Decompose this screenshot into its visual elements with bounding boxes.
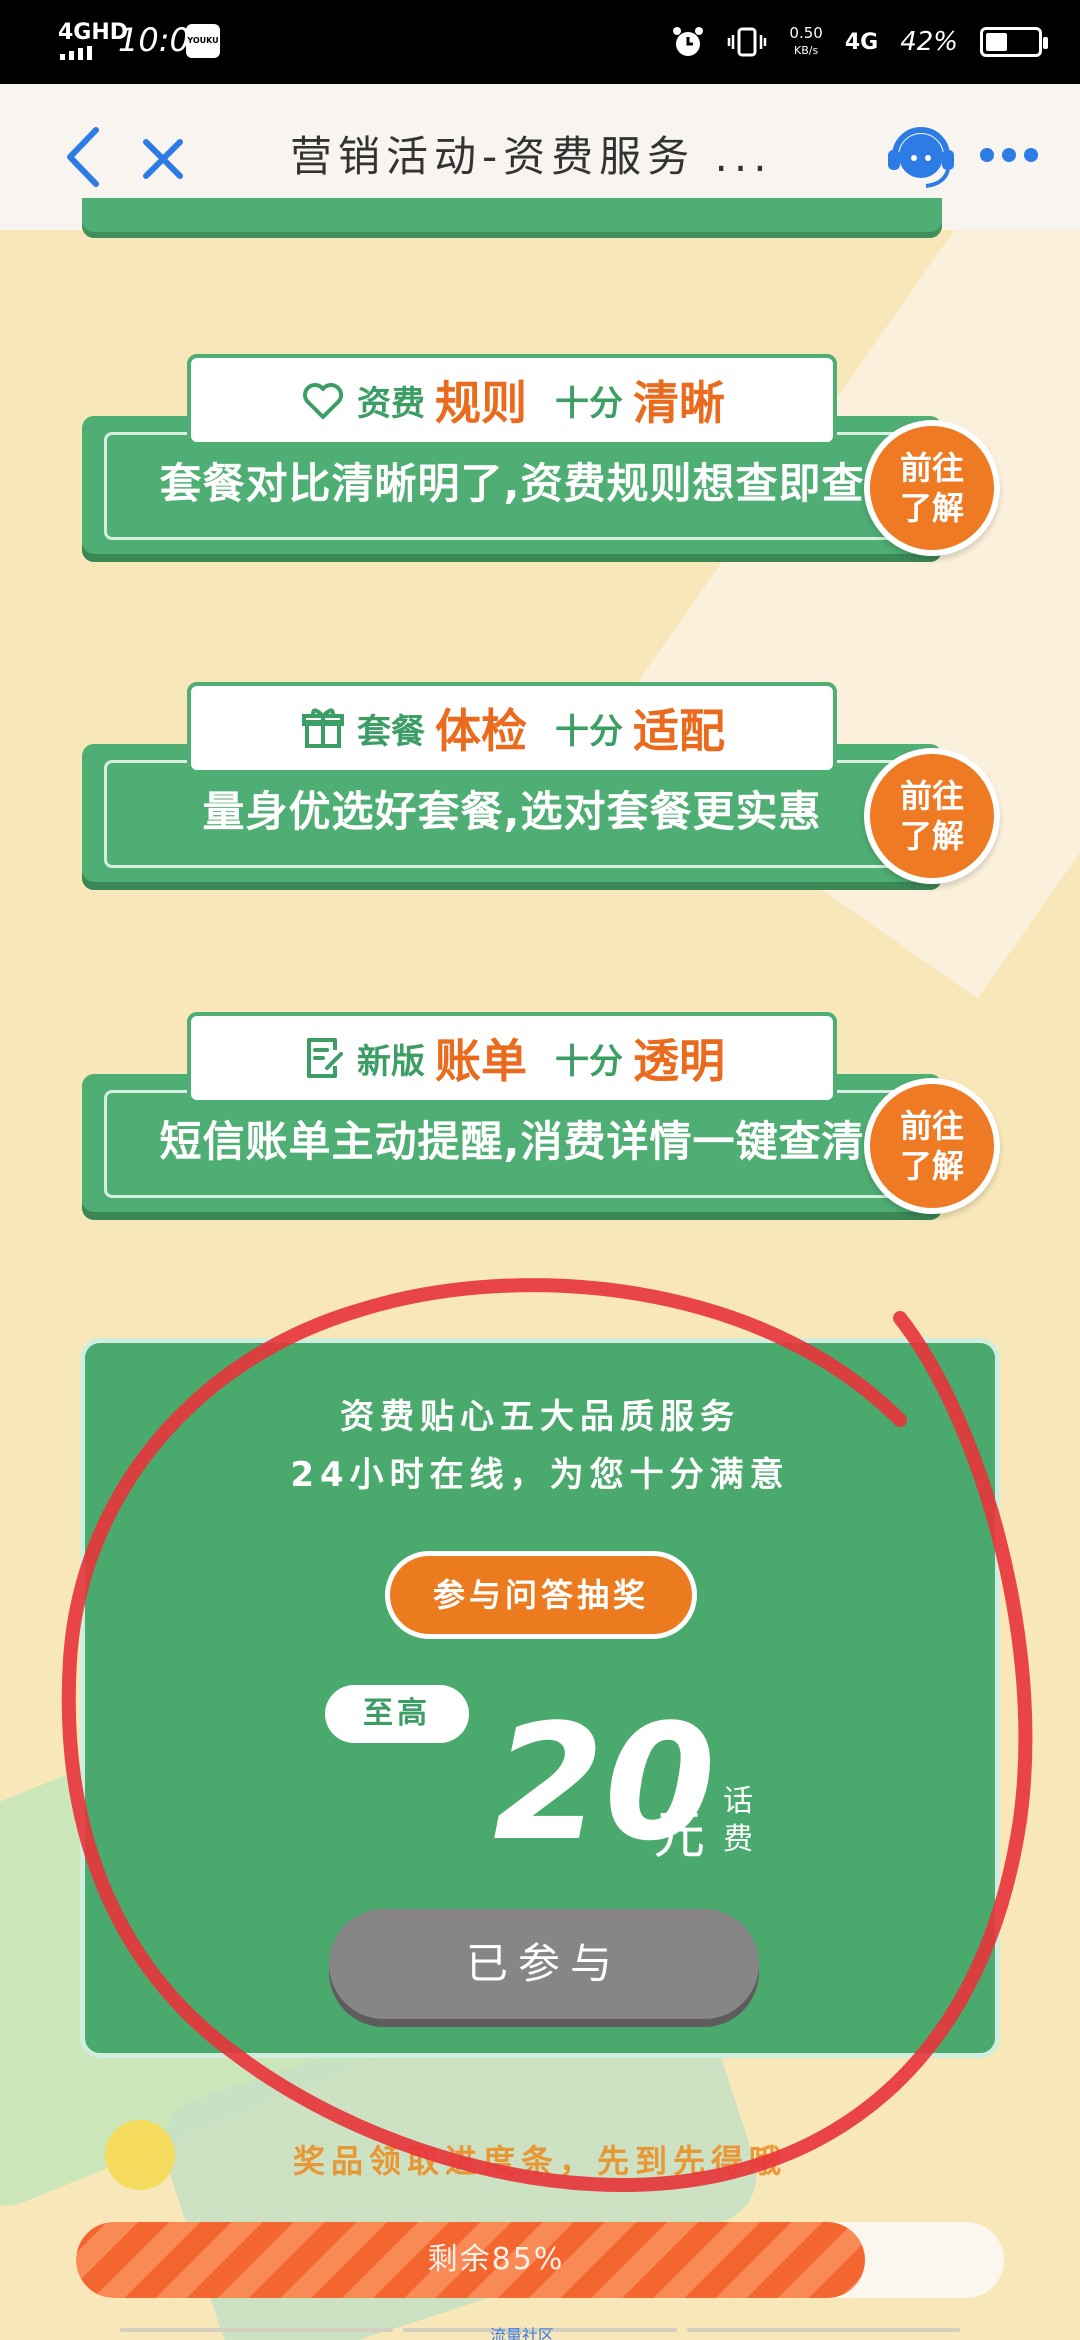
speed-value: 0.50 [789,24,823,42]
go-learn-button[interactable]: 前往 了解 [864,420,1000,556]
feature-header: 资费 规则 十分 清晰 [187,354,837,446]
lottery-headline: 资费贴心五大品质服务 [340,1397,740,1437]
battery-icon [980,27,1048,57]
feature-highlight: 透明 [633,1034,725,1088]
bottom-link[interactable]: 流量社区 [490,2322,554,2340]
network-speed: 0.50 KB/s [789,25,822,59]
prize-type: 话费 [723,1784,753,1857]
feature-header: 新版 账单 十分 透明 [187,1012,837,1104]
feature-prefix: 资费 [357,383,425,424]
go-learn-button[interactable]: 前往 了解 [864,748,1000,884]
feature-keyword: 账单 [435,1034,527,1088]
back-icon[interactable] [58,124,108,190]
more-icon[interactable] [980,148,1038,162]
feature-card-rules: 套餐对比清晰明了,资费规则想查即查 资费 规则 十分 清晰 前往 了解 [82,354,1000,556]
customer-service-icon[interactable] [884,120,958,194]
feature-highlight: 适配 [633,704,725,758]
prize-unit: 元 [653,1806,706,1866]
speed-unit: KB/s [794,44,819,57]
mobile-data: 4G [844,29,879,55]
battery-percent: 42% [900,27,958,57]
feature-highlight: 清晰 [633,376,725,430]
join-quiz-lottery-button[interactable]: 参与问答抽奖 [385,1551,697,1639]
feature-description: 量身优选好套餐,选对套餐更实惠 [202,787,822,836]
progress-label: 剩余85% [427,2242,565,2277]
feature-card-partial [82,198,942,232]
feature-prefix: 套餐 [357,711,425,752]
max-label-badge: 至高 [325,1685,469,1743]
feature-keyword: 规则 [435,376,527,430]
alarm-icon [673,27,704,56]
signal-icon [60,46,92,60]
lottery-panel: 资费贴心五大品质服务 24小时在线，为您十分满意 参与问答抽奖 至高 20 元 … [80,1338,1000,2058]
feature-keyword: 体检 [435,704,527,758]
youku-app-icon: YOUKU [186,24,220,58]
heart-icon [303,383,343,419]
page-title: 营销活动-资费服务 ... [290,132,773,181]
lottery-subheadline: 24小时在线，为您十分满意 [290,1455,790,1495]
feature-prefix: 新版 [357,1041,425,1082]
bill-icon [307,1038,343,1078]
vibrate-icon [728,27,767,57]
feature-card-plan-check: 量身优选好套餐,选对套餐更实惠 套餐 体检 十分 适配 前往 了解 [82,682,1000,884]
go-learn-button[interactable]: 前往 了解 [864,1078,1000,1214]
feature-middle: 十分 [555,383,623,424]
feature-middle: 十分 [555,1041,623,1082]
participated-button[interactable]: 已参与 [329,1909,759,2019]
status-bar: 4GHD 10:03 YOUKU 0.50 KB/s 4G 42% [0,0,1080,84]
feature-description: 套餐对比清晰明了,资费规则想查即查 [159,459,865,508]
feature-card-bill: 短信账单主动提醒,消费详情一键查清 新版 账单 十分 透明 前往 了解 [82,1012,1000,1214]
feature-description: 短信账单主动提醒,消费详情一键查清 [159,1117,865,1166]
close-icon[interactable] [140,136,186,182]
feature-middle: 十分 [555,711,623,752]
progress-caption: 奖品领取进度条，先到先得哦 [292,2142,787,2180]
feature-header: 套餐 体检 十分 适配 [187,682,837,774]
prize-progress-bar: 剩余85% [76,2222,1004,2298]
gift-icon [302,708,344,748]
